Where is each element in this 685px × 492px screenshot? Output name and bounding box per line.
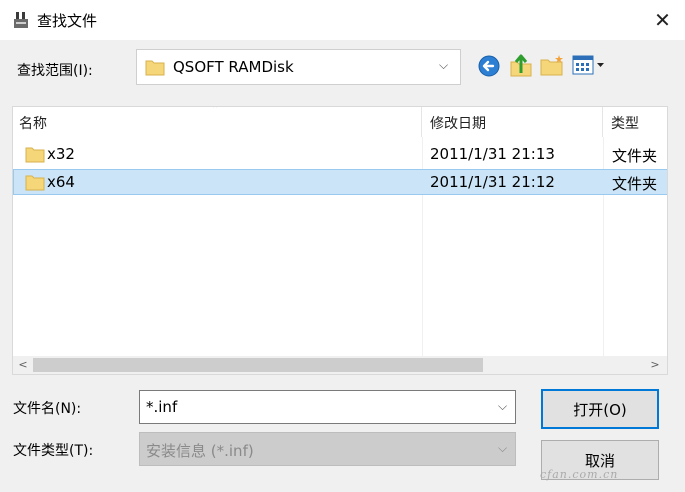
filename-input[interactable]: *.inf ⌵	[139, 390, 516, 424]
list-item-selected[interactable]: x64 2011/1/31 21:12 文件夹	[13, 169, 667, 195]
chevron-down-icon[interactable]: ⌵	[498, 399, 507, 414]
sort-ascending-icon: ⌃	[211, 106, 220, 115]
item-date: 2011/1/31 21:13	[430, 145, 555, 163]
close-icon[interactable]: ✕	[640, 0, 685, 40]
views-menu-icon[interactable]	[572, 55, 606, 75]
app-icon	[14, 12, 28, 28]
file-list[interactable]: 名称 修改日期 类型 ⌃ x32 2011/1/31 21:13 文件夹 x64…	[12, 106, 668, 375]
folder-icon	[25, 175, 45, 191]
item-date: 2011/1/31 21:12	[430, 173, 555, 191]
item-name: x32	[47, 145, 75, 163]
filetype-value: 安装信息 (*.inf)	[146, 442, 254, 460]
scroll-left-icon[interactable]: <	[15, 356, 31, 374]
item-type: 文件夹	[612, 147, 658, 165]
scrollbar-thumb[interactable]	[33, 358, 483, 372]
lookin-dropdown[interactable]: QSOFT RAMDisk ⌵	[136, 49, 461, 85]
lookin-label: 查找范围(I):	[17, 63, 93, 79]
up-folder-icon[interactable]	[510, 53, 532, 77]
scroll-right-icon[interactable]: >	[647, 356, 663, 374]
list-item[interactable]: x32 2011/1/31 21:13 文件夹	[13, 141, 667, 167]
folder-icon	[25, 147, 45, 163]
filetype-label: 文件类型(T):	[13, 443, 94, 459]
horizontal-scrollbar[interactable]: < >	[13, 356, 667, 374]
column-header-type[interactable]: 类型	[603, 107, 667, 137]
window-title: 查找文件	[37, 12, 98, 30]
watermark: cfan.com.cn	[540, 468, 619, 481]
new-folder-icon[interactable]	[540, 54, 564, 76]
filename-label: 文件名(N):	[13, 401, 82, 417]
filetype-select: 安装信息 (*.inf) ⌵	[139, 432, 516, 466]
lookin-value: QSOFT RAMDisk	[173, 58, 294, 76]
chevron-down-icon: ⌵	[439, 58, 449, 72]
chevron-down-icon: ⌵	[498, 441, 508, 455]
filename-value: *.inf	[146, 398, 178, 416]
column-header-date[interactable]: 修改日期	[422, 107, 603, 137]
item-name: x64	[47, 173, 75, 191]
title-bar: 查找文件 ✕	[0, 0, 685, 40]
folder-icon	[145, 60, 165, 76]
back-icon[interactable]	[478, 55, 500, 77]
open-button[interactable]: 打开(O)	[541, 389, 659, 429]
item-type: 文件夹	[612, 175, 658, 193]
